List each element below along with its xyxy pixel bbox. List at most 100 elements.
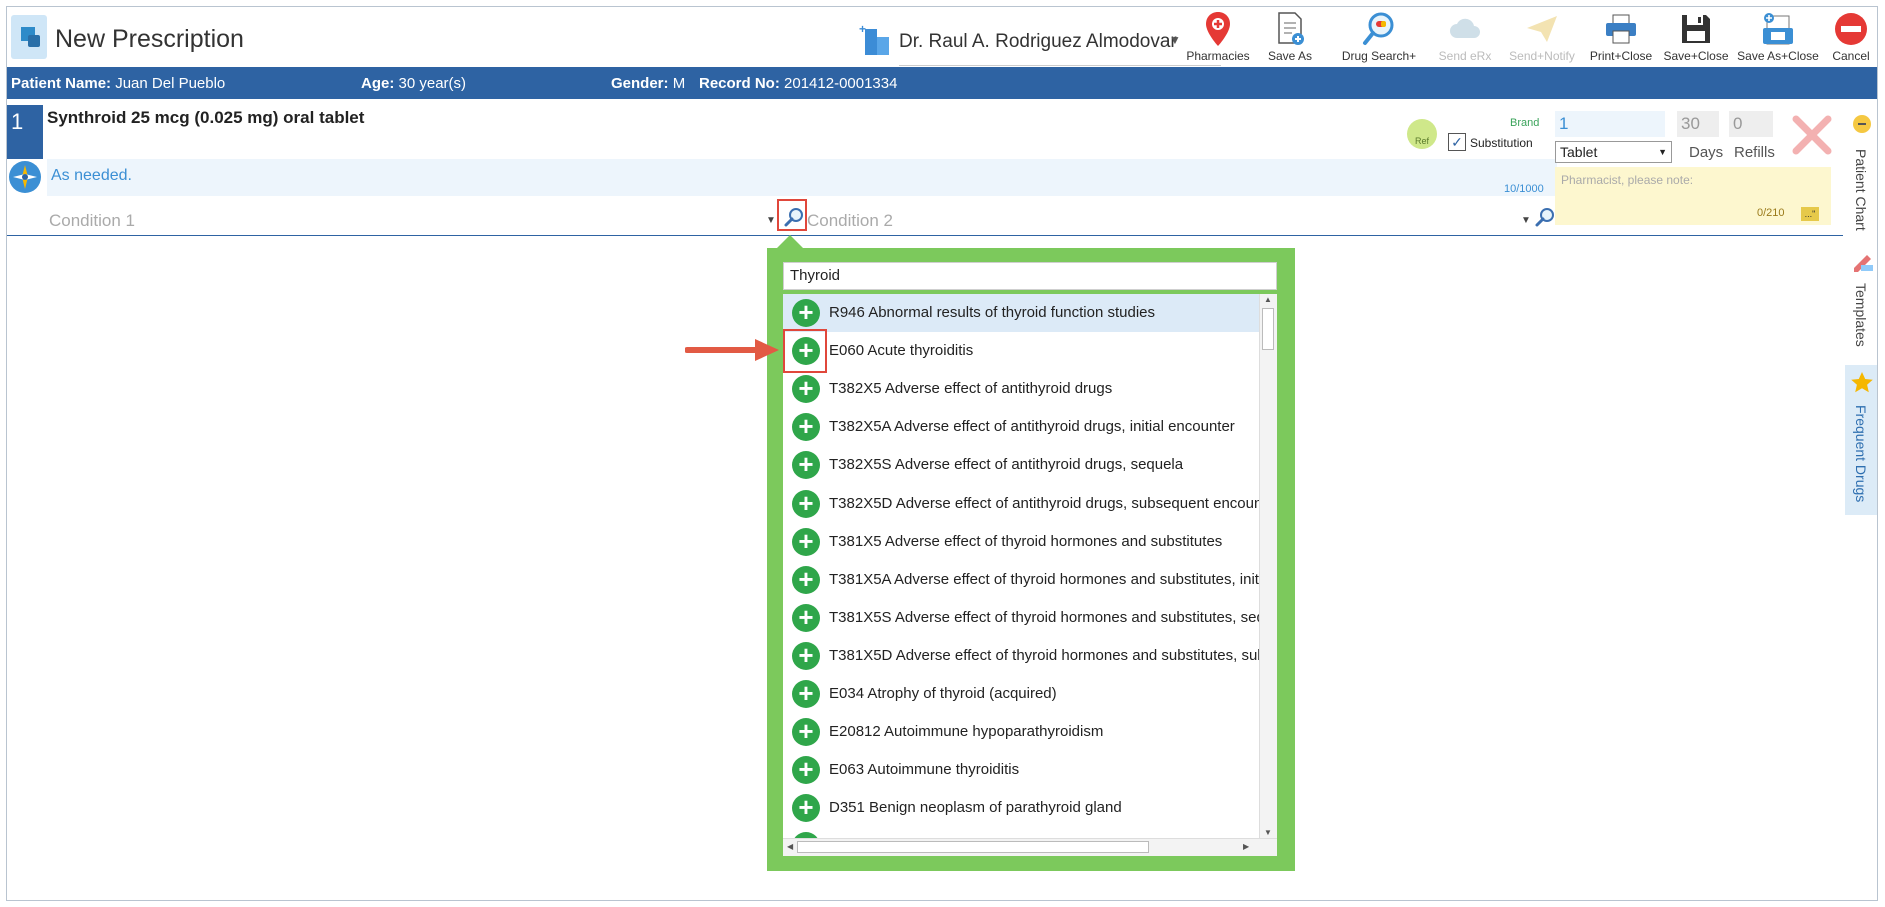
pencil-icon xyxy=(1854,255,1873,272)
condition-result-row[interactable]: + T381X5 Adverse effect of thyroid hormon… xyxy=(783,523,1260,561)
cancel-icon xyxy=(1835,13,1867,45)
print-close-button[interactable]: Print+Close xyxy=(1585,9,1657,63)
save-as-button[interactable]: Save As xyxy=(1257,9,1323,63)
condition-result-row[interactable]: + E034 Atrophy of thyroid (acquired) xyxy=(783,675,1260,713)
condition-result-row[interactable]: + T381X5S Adverse effect of thyroid hormo… xyxy=(783,599,1260,637)
condition-result-label: E034 Atrophy of thyroid (acquired) xyxy=(829,685,1057,702)
condition-result-label: E20812 Autoimmune hypoparathyroidism xyxy=(829,723,1104,741)
send-erx-button[interactable]: Send eRx xyxy=(1435,9,1495,63)
add-condition-icon[interactable]: + xyxy=(792,603,820,632)
star-icon xyxy=(1851,372,1873,393)
tab-patient-chart[interactable]: Patient Chart xyxy=(1845,105,1877,231)
condition-result-row[interactable]: + E20812 Autoimmune hypoparathyroidism xyxy=(783,713,1260,751)
add-condition-icon[interactable]: + xyxy=(792,527,820,556)
condition-result-label: T382X5A Adverse effect of antithyroid dr… xyxy=(829,418,1235,436)
condition-result-label: T381X5A Adverse effect of thyroid hormon… xyxy=(829,570,1260,588)
patient-gender: Gender: M xyxy=(611,75,686,92)
floppy-disk-icon xyxy=(1682,15,1710,43)
scroll-left-icon[interactable]: ◀ xyxy=(787,842,793,851)
save-as-close-label: Save As+Close xyxy=(1737,49,1819,63)
tab-templates[interactable]: Templates xyxy=(1845,249,1877,357)
chevron-down-icon: ▼ xyxy=(1169,33,1181,47)
brand-label: Brand xyxy=(1510,117,1540,129)
add-condition-icon[interactable]: + xyxy=(792,299,820,327)
scroll-thumb[interactable] xyxy=(797,841,1149,853)
delete-drug-icon[interactable] xyxy=(1790,113,1834,157)
condition-2-input[interactable]: Condition 2 xyxy=(807,211,893,231)
add-condition-icon[interactable]: + xyxy=(792,680,820,708)
tab-frequent-drugs[interactable]: Frequent Drugs xyxy=(1845,365,1877,515)
send-notify-button[interactable]: Send+Notify xyxy=(1503,9,1581,63)
condition-result-row[interactable]: + R946 Abnormal results of thyroid functi… xyxy=(783,294,1260,332)
doctor-name: Dr. Raul A. Rodriguez Almodovar xyxy=(899,31,1177,52)
add-condition-icon[interactable]: + xyxy=(792,413,820,442)
substitution-checkbox[interactable]: ✓ xyxy=(1448,133,1466,151)
chevron-down-icon[interactable]: ▼ xyxy=(766,215,776,226)
pharmacies-button[interactable]: Pharmacies xyxy=(1183,9,1253,63)
drug-search-icon xyxy=(1363,12,1394,45)
search-icon[interactable] xyxy=(1534,206,1556,228)
add-condition-icon[interactable]: + xyxy=(792,451,820,480)
condition-result-row[interactable]: + T382X5D Adverse effect of antithyroid d… xyxy=(783,485,1260,523)
condition-result-row[interactable]: + T382X5 Adverse effect of antithyroid dr… xyxy=(783,370,1260,408)
condition-result-row[interactable]: + E063 Autoimmune thyroiditis xyxy=(783,751,1260,789)
add-condition-icon[interactable]: + xyxy=(792,756,820,785)
condition-1-input[interactable]: Condition 1 xyxy=(49,211,135,231)
condition-result-row[interactable]: + T381X5A Adverse effect of thyroid hormo… xyxy=(783,561,1260,599)
vertical-scrollbar[interactable]: ▲ ▼ xyxy=(1259,294,1277,838)
add-condition-icon[interactable]: + xyxy=(792,718,820,747)
pharmacist-note-field[interactable]: Pharmacist, please note: 0/210 ..." xyxy=(1555,167,1831,225)
drug-name[interactable]: Synthroid 25 mcg (0.025 mg) oral tablet xyxy=(47,108,364,128)
condition-result-label: T381X5 Adverse effect of thyroid hormone… xyxy=(829,532,1223,550)
condition-search-input[interactable]: Thyroid xyxy=(783,262,1277,290)
save-as-close-button[interactable]: Save As+Close xyxy=(1735,9,1821,63)
prescription-number: 1 xyxy=(7,105,43,159)
refills-field[interactable]: 0 xyxy=(1729,111,1773,137)
sig-wheel-icon[interactable] xyxy=(9,161,41,193)
sig-counter: 10/1000 xyxy=(1504,183,1544,195)
map-pin-icon xyxy=(1206,12,1230,46)
add-condition-icon[interactable]: + xyxy=(792,641,820,670)
condition-result-row[interactable]: + E060 Acute thyroiditis xyxy=(783,332,1260,370)
chevron-down-icon[interactable]: ▼ xyxy=(1521,215,1531,226)
header: New Prescription + Dr. Raul A. Rodriguez… xyxy=(7,7,1877,66)
sig-text[interactable]: As needed. xyxy=(51,167,132,185)
scroll-thumb[interactable] xyxy=(1262,308,1274,350)
days-field[interactable]: 30 xyxy=(1677,111,1719,137)
scroll-right-icon[interactable]: ▶ xyxy=(1243,842,1249,851)
search-icon[interactable] xyxy=(783,206,805,228)
condition-result-row[interactable]: + T382X5A Adverse effect of antithyroid d… xyxy=(783,408,1260,446)
horizontal-scrollbar[interactable]: ◀ ▶ xyxy=(783,838,1277,856)
save-close-label: Save+Close xyxy=(1663,49,1729,63)
condition-result-row[interactable]: + D351 Benign neoplasm of parathyroid gla… xyxy=(783,789,1260,827)
cancel-button[interactable]: Cancel xyxy=(1825,9,1877,63)
refills-label: Refills xyxy=(1734,144,1775,161)
condition-result-label: T382X5D Adverse effect of antithyroid dr… xyxy=(829,494,1260,512)
hospital-icon: + xyxy=(859,23,891,57)
note-counter: 0/210 xyxy=(1757,207,1785,219)
tab-frequent-drugs-label: Frequent Drugs xyxy=(1853,405,1869,503)
pharmacies-label: Pharmacies xyxy=(1186,49,1250,63)
tab-patient-chart-label: Patient Chart xyxy=(1853,149,1869,231)
quantity-field[interactable]: 1 xyxy=(1555,111,1665,137)
condition-result-label: T381X5D Adverse effect of thyroid hormon… xyxy=(829,646,1260,664)
page-title: New Prescription xyxy=(55,25,244,53)
sig-field[interactable] xyxy=(47,159,1557,196)
condition-result-row[interactable]: + T382X5S Adverse effect of antithyroid d… xyxy=(783,446,1260,484)
annotation-arrow-icon xyxy=(685,339,779,361)
scroll-down-icon[interactable]: ▼ xyxy=(1264,828,1272,837)
add-condition-icon[interactable]: + xyxy=(792,794,820,823)
reference-icon[interactable]: Ref xyxy=(1407,119,1437,149)
scroll-up-icon[interactable]: ▲ xyxy=(1264,295,1272,304)
send-notify-label: Send+Notify xyxy=(1509,49,1575,63)
add-condition-icon[interactable]: + xyxy=(792,565,820,594)
condition-result-label: T382X5S Adverse effect of antithyroid dr… xyxy=(829,456,1184,474)
drug-search-button[interactable]: Drug Search+ xyxy=(1337,9,1421,63)
add-condition-icon[interactable]: + xyxy=(792,489,820,518)
patient-record: Record No: 201412-0001334 xyxy=(699,75,898,92)
save-close-button[interactable]: Save+Close xyxy=(1661,9,1731,63)
dosage-form-select[interactable]: Tablet ▼ xyxy=(1555,141,1672,163)
note-quote-button[interactable]: ..." xyxy=(1801,207,1819,221)
add-condition-icon[interactable]: + xyxy=(792,375,820,404)
condition-result-row[interactable]: + T381X5D Adverse effect of thyroid hormo… xyxy=(783,637,1260,675)
